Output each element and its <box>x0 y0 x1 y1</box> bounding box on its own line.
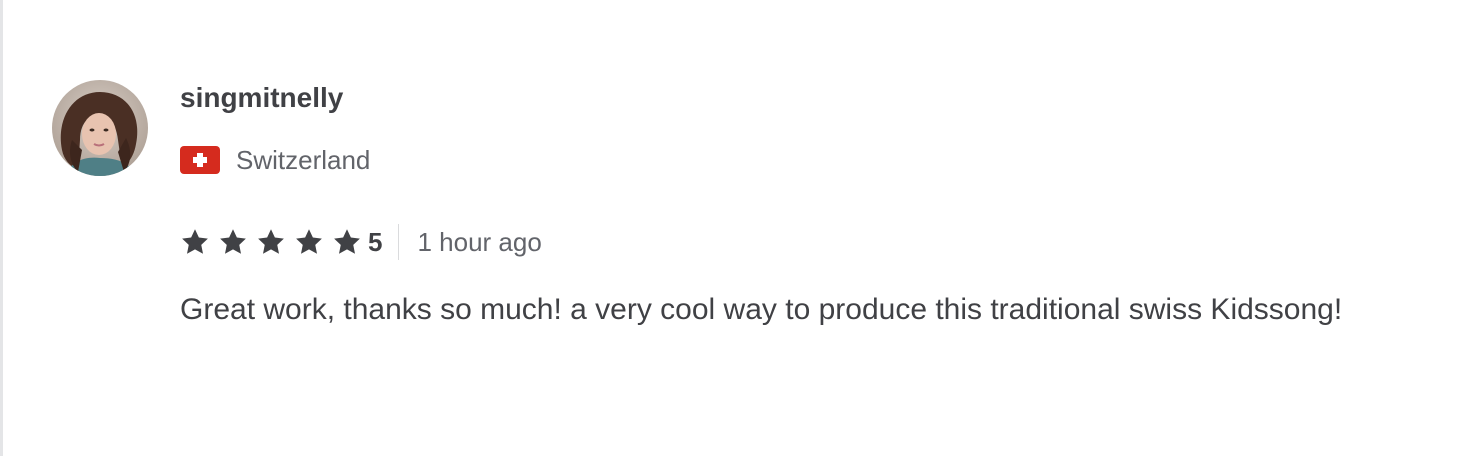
star-rating <box>180 227 368 257</box>
review-content: singmitnelly Switzerland 5 1 hour ago Gr… <box>180 80 1430 326</box>
review-timestamp: 1 hour ago <box>417 227 542 257</box>
star-icon <box>296 229 322 254</box>
country-name: Switzerland <box>236 145 371 175</box>
star-icon <box>334 229 360 254</box>
rating-value: 5 <box>368 227 383 257</box>
switzerland-flag-icon <box>180 146 220 174</box>
rating-row: 5 1 hour ago <box>180 224 542 260</box>
divider <box>398 224 400 260</box>
star-icon <box>182 229 208 254</box>
star-icon <box>220 229 246 254</box>
avatar-image <box>52 80 148 176</box>
country-row: Switzerland <box>180 144 370 176</box>
username[interactable]: singmitnelly <box>180 80 1430 116</box>
star-icon <box>258 229 284 254</box>
avatar[interactable] <box>52 80 148 176</box>
review-text: Great work, thanks so much! a very cool … <box>180 293 1343 326</box>
left-border <box>0 0 3 456</box>
